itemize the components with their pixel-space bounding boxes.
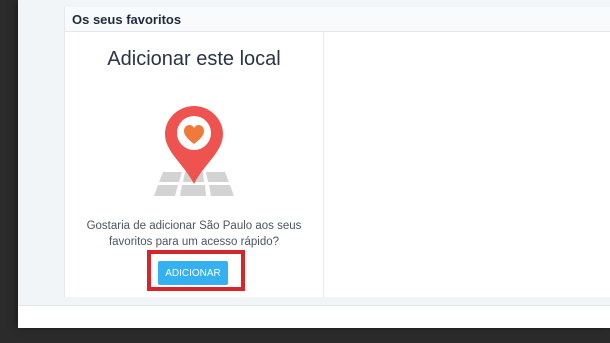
favorites-panel-header: Os seus favoritos (65, 7, 610, 32)
prompt-line-1: Gostaria de adicionar São Paulo aos seus (86, 220, 302, 232)
prompt-line-2: favoritos para um acesso rápido? (108, 236, 280, 248)
add-favorite-prompt: Gostaria de adicionar São Paulo aos seus… (75, 218, 313, 250)
card-title: Adicionar este local (107, 48, 281, 70)
favorites-panel: Os seus favoritos Adicionar este local G… (64, 7, 610, 297)
location-heart-pin-icon (149, 102, 239, 209)
favorites-title: Os seus favoritos (72, 12, 182, 27)
bottom-bar (18, 305, 610, 328)
highlight-box (147, 250, 245, 291)
